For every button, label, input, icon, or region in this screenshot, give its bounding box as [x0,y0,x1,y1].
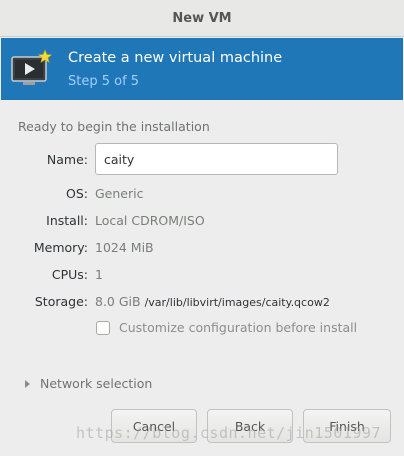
vm-screen-icon [11,49,53,85]
finish-button[interactable]: Finish [303,409,391,443]
new-vm-dialog: New VM Create a new virtual machine Step… [0,0,404,456]
network-selection-label[interactable]: Network selection [40,376,152,391]
storage-path: /var/lib/libvirt/images/caity.qcow2 [144,296,330,309]
memory-label: Memory: [33,240,88,255]
step-indicator: Step 5 of 5 [68,74,140,89]
banner-heading: Create a new virtual machine [68,50,283,66]
os-label: OS: [66,186,88,201]
name-label: Name: [46,152,88,167]
back-button[interactable]: Back [207,409,293,443]
section-label: Ready to begin the installation [18,119,210,134]
storage-label: Storage: [34,294,88,309]
customize-option[interactable]: Customize configuration before install [96,320,357,335]
storage-value: 8.0 GiB /var/lib/libvirt/images/caity.qc… [95,294,330,309]
memory-value: 1024 MiB [95,240,154,255]
cpus-value: 1 [95,267,103,282]
expander-arrow-icon[interactable] [25,379,30,388]
storage-size: 8.0 GiB [95,294,141,309]
window-title: New VM [172,10,232,26]
customize-label[interactable]: Customize configuration before install [119,320,357,335]
cpus-label: CPUs: [51,267,88,282]
header-banner: Create a new virtual machine Step 5 of 5 [1,38,403,100]
os-value: Generic [95,186,144,201]
customize-checkbox[interactable] [96,320,110,335]
network-selection-expander[interactable]: Network selection [22,376,152,391]
install-label: Install: [46,213,88,228]
name-field[interactable] [95,143,338,175]
cancel-button[interactable]: Cancel [111,409,197,443]
titlebar[interactable]: New VM [0,0,404,37]
install-value: Local CDROM/ISO [95,213,205,228]
